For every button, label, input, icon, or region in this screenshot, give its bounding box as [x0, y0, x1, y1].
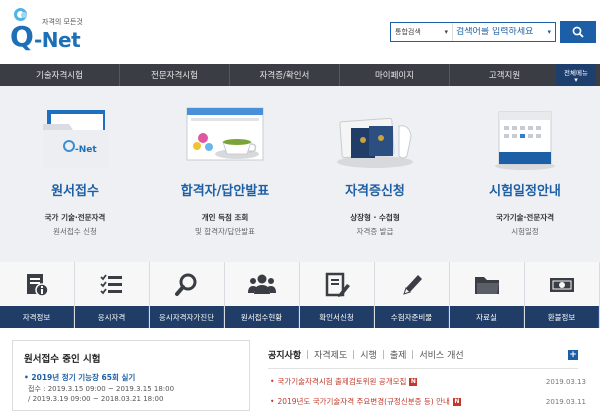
feature-title: 시험일정안내: [489, 184, 561, 199]
more-notices-button[interactable]: +: [568, 350, 578, 360]
quick-link-eligibility[interactable]: 응시자격: [75, 262, 150, 328]
feature-sub: 및 합격자/답안발표: [194, 227, 256, 236]
notice-text: • 2019년도 국가기술자격 주요변경(규정신분증 등) 안내 N: [270, 396, 461, 407]
bullet: •: [270, 377, 275, 386]
quick-link-label: 자격정보: [0, 306, 74, 328]
notice-title: 국가기술자격시험 출제검토위원 공개모집: [277, 377, 407, 386]
folder-icon: [475, 277, 499, 294]
new-badge: N: [452, 397, 461, 406]
tab-notice[interactable]: 공지사항: [268, 348, 307, 361]
nav-item-technical-exam[interactable]: 기술자격시험: [0, 64, 120, 86]
tab-question-setting[interactable]: 출제: [384, 348, 413, 361]
quick-link-label: 환불정보: [525, 306, 599, 328]
logo-dot: [21, 12, 27, 18]
search-icon: [572, 26, 584, 38]
info-document-icon: [27, 274, 49, 297]
new-badge: N: [409, 377, 418, 386]
logo-tagline: 자격의 모든것: [42, 18, 83, 26]
divider: [268, 368, 578, 369]
quick-link-label: 응시자격자가진단: [150, 306, 224, 328]
feature-sub: 자격증 발급: [356, 227, 394, 236]
notices-panel: 공지사항 자격제도 시행 출제 서비스 개선 + • 국가기술자격시험 출제검토…: [262, 340, 588, 411]
feature-card-certificate[interactable]: 자격증신청 상장형 · 수첩형 자격증 발급: [300, 86, 450, 262]
quick-link-label: 확인서신청: [300, 306, 374, 328]
logo-net: -Net: [34, 28, 81, 52]
main-nav: 기술자격시험 전문자격시험 자격증/확인서 마이페이지 고객지원 전체메뉴 ▾: [0, 64, 600, 86]
checklist-icon: [100, 274, 122, 295]
quick-link-cert-info[interactable]: 자격정보: [0, 262, 75, 328]
quick-link-confirmation-request[interactable]: 확인서신청: [300, 262, 375, 328]
feature-card-results[interactable]: 합격자/답안발표 개인 득점 조회 및 합격자/답안발표: [150, 86, 300, 262]
feature-sub: 시험일정: [511, 227, 539, 236]
qnet-logo[interactable]: 자격의 모든것 Q -Net: [10, 6, 100, 56]
document-edit-icon: [325, 272, 350, 297]
notice-item[interactable]: • 국가기술자격시험 출제검토위원 공개모집 N 2019.03.13: [270, 376, 586, 387]
tab-service-improvement[interactable]: 서비스 개선: [413, 348, 469, 361]
search-button[interactable]: [560, 21, 596, 43]
feature-title: 합격자/답안발표: [180, 184, 270, 199]
nav-item-professional-exam[interactable]: 전문자격시험: [120, 64, 230, 86]
exam-period: / 2019.3.19 09:00 ~ 2018.03.21 18:00: [28, 395, 164, 403]
ongoing-exams-panel: 원서접수 중인 시험 • 2019년 정기 기능장 65회 실기 접수 : 20…: [12, 340, 250, 411]
feature-sub: 국가 기술·전문자격: [44, 213, 106, 222]
chevron-down-icon: ▾: [574, 75, 578, 84]
feature-sub: 개인 득점 조회: [201, 213, 249, 222]
all-menu-button[interactable]: 전체메뉴 ▾: [556, 64, 596, 86]
nav-item-support[interactable]: 고객지원: [450, 64, 560, 86]
feature-sub: 원서접수 신청: [53, 227, 97, 236]
notice-item[interactable]: • 2019년도 국가기술자격 주요변경(규정신분증 등) 안내 N 2019.…: [270, 396, 586, 407]
panel-title: 원서접수 중인 시험: [24, 354, 101, 365]
feature-title: 자격증신청: [345, 184, 405, 199]
feature-section: -Net 원서접수 국가 기술·전문자격 원서접수 신청 합격자/답안발표 개인…: [0, 86, 600, 262]
header: 자격의 모든것 Q -Net 통합검색 ▾ ▾: [0, 0, 600, 64]
chevron-down-icon: ▾: [444, 28, 448, 36]
magnifier-icon: [175, 273, 197, 296]
tab-enforcement[interactable]: 시행: [354, 348, 383, 361]
bullet: •: [270, 397, 275, 406]
notice-text: • 국가기술자격시험 출제검토위원 공개모집 N: [270, 376, 418, 387]
nav-item-certificate[interactable]: 자격증/확인서: [230, 64, 340, 86]
logo-q: Q: [10, 20, 34, 53]
exam-link[interactable]: • 2019년 정기 기능장 65회 실기: [24, 372, 135, 383]
quick-link-resources[interactable]: 자료실: [450, 262, 525, 328]
quick-link-label: 원서접수현황: [225, 306, 299, 328]
pencil-icon: [403, 275, 422, 295]
money-icon: [550, 278, 574, 292]
quick-link-application-status[interactable]: 원서접수현황: [225, 262, 300, 328]
all-menu-label: 전체메뉴: [564, 68, 588, 77]
search-input[interactable]: [453, 27, 548, 37]
nav-item-mypage[interactable]: 마이페이지: [340, 64, 450, 86]
calendar-icon: [495, 111, 555, 170]
quick-link-self-diagnosis[interactable]: 응시자격자가진단: [150, 262, 225, 328]
feature-title: 원서접수: [51, 184, 99, 199]
feature-card-application[interactable]: -Net 원서접수 국가 기술·전문자격 원서접수 신청: [0, 86, 150, 262]
feature-card-schedule[interactable]: 시험일정안내 국가기술·전문자격 시험일정: [450, 86, 600, 262]
passport-icon: [337, 117, 413, 168]
quick-link-exam-supplies[interactable]: 수험자준비물: [375, 262, 450, 328]
quick-link-label: 응시자격: [75, 306, 149, 328]
tab-qualification-system[interactable]: 자격제도: [308, 348, 353, 361]
notice-date: 2019.03.13: [545, 377, 586, 386]
exam-link-label: 2019년 정기 기능장 65회 실기: [31, 373, 136, 382]
exam-period: 접수 : 2019.3.15 09:00 ~ 2019.3.15 18:00: [28, 385, 175, 393]
quick-link-label: 수험자준비물: [375, 306, 449, 328]
chevron-down-icon[interactable]: ▾: [547, 28, 555, 36]
browser-teacup-icon: [186, 107, 264, 161]
notice-tabs: 공지사항 자격제도 시행 출제 서비스 개선: [268, 348, 470, 361]
search-scope-label: 통합검색: [395, 28, 421, 36]
search-box: 통합검색 ▾ ▾: [390, 22, 556, 42]
svg-text:-Net: -Net: [75, 145, 97, 155]
quick-link-label: 자료실: [450, 306, 524, 328]
users-icon: [248, 274, 276, 294]
search-scope-select[interactable]: 통합검색 ▾: [391, 23, 453, 41]
notice-date: 2019.03.11: [545, 397, 586, 406]
notice-title: 2019년도 국가기술자격 주요변경(규정신분증 등) 안내: [277, 397, 450, 406]
feature-sub: 상장형 · 수첩형: [350, 213, 400, 222]
quick-link-refund-info[interactable]: 환불정보: [525, 262, 600, 328]
folder-icon: -Net: [43, 110, 109, 168]
feature-sub: 국가기술·전문자격: [495, 213, 555, 222]
quick-links: 자격정보 응시자격 응시자격자가진단 원서접수현황 확인서신청 수험자준비물 자…: [0, 262, 600, 328]
